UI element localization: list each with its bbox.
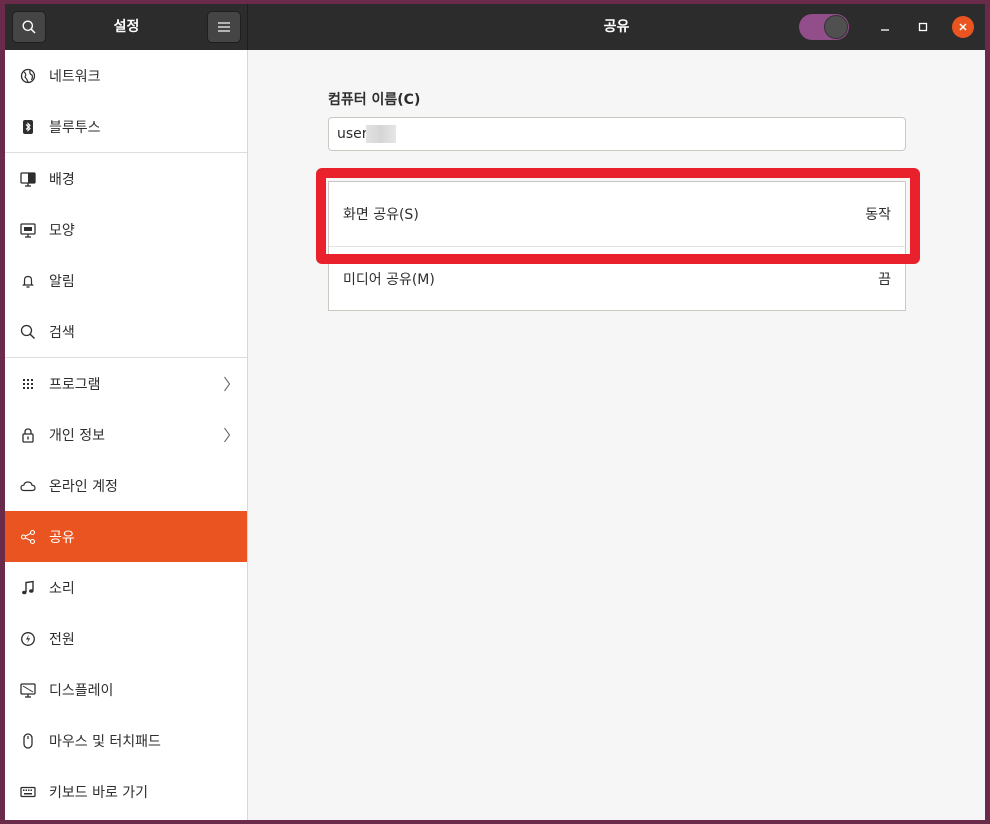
apps-grid-icon: [20, 376, 36, 392]
sharing-options-list: 화면 공유(S) 동작 미디어 공유(M) 끔: [328, 181, 906, 311]
sidebar-item-appearance[interactable]: 모양: [5, 204, 247, 255]
toggle-knob: [824, 15, 848, 39]
redacted-text: [365, 125, 396, 143]
sidebar-item-network[interactable]: 네트워크: [5, 50, 247, 101]
media-sharing-label: 미디어 공유(M): [343, 272, 435, 288]
mouse-icon: [20, 732, 36, 749]
monitor-background-icon: [20, 171, 36, 187]
display-icon: [20, 682, 36, 698]
cloud-icon: [20, 478, 36, 494]
bluetooth-icon: [20, 119, 36, 135]
hamburger-menu-icon: [218, 22, 230, 32]
sidebar-item-label: 마우스 및 터치패드: [49, 733, 161, 750]
menu-button[interactable]: [207, 11, 241, 43]
computer-name-label: 컴퓨터 이름(C): [328, 92, 421, 108]
sidebar-item-keyboard-shortcuts[interactable]: 키보드 바로 가기: [5, 766, 247, 817]
lock-icon: [20, 427, 36, 443]
maximize-icon: [918, 22, 928, 32]
network-globe-icon: [20, 68, 36, 84]
chevron-right-icon: [224, 427, 231, 443]
media-sharing-row[interactable]: 미디어 공유(M) 끔: [329, 247, 905, 311]
sidebar-item-label: 알림: [49, 273, 75, 290]
close-button[interactable]: [952, 16, 974, 38]
sidebar-item-label: 개인 정보: [49, 427, 105, 444]
sidebar-item-label: 검색: [49, 324, 75, 341]
screen-sharing-label: 화면 공유(S): [343, 207, 419, 223]
search-icon: [22, 20, 36, 34]
bell-icon: [20, 273, 36, 289]
sidebar-item-label: 디스플레이: [49, 682, 114, 699]
settings-sidebar: 네트워크 블루투스 배경 모양 알림 검색 프로그램 개인 정보 온라인 계정 …: [5, 50, 248, 820]
screen-sharing-row[interactable]: 화면 공유(S) 동작: [329, 182, 905, 246]
music-note-icon: [20, 580, 36, 596]
search-icon: [20, 324, 36, 340]
sharing-panel: 컴퓨터 이름(C) user 화면 공유(S) 동작 미디어 공유(M) 끔: [249, 50, 985, 820]
sidebar-item-label: 전원: [49, 631, 75, 648]
share-icon: [20, 529, 36, 545]
media-sharing-status: 끔: [878, 272, 891, 288]
sidebar-item-label: 모양: [49, 222, 75, 239]
sidebar-item-label: 프로그램: [49, 376, 101, 393]
settings-window: 설정 공유 네트워크 블루투스 배경 모양 알림 검색 프로그램 개인 정보 온…: [5, 4, 985, 820]
screen-sharing-status: 동작: [865, 207, 891, 223]
sidebar-item-bluetooth[interactable]: 블루투스: [5, 101, 247, 152]
sidebar-item-label: 온라인 계정: [49, 478, 118, 495]
computer-name-value: user: [337, 126, 368, 142]
sidebar-item-applications[interactable]: 프로그램: [5, 358, 247, 409]
sharing-toggle-switch[interactable]: [799, 14, 849, 40]
sidebar-item-power[interactable]: 전원: [5, 613, 247, 664]
sidebar-item-online-accounts[interactable]: 온라인 계정: [5, 460, 247, 511]
sidebar-item-sharing[interactable]: 공유: [5, 511, 247, 562]
minimize-icon: [881, 29, 889, 31]
appearance-icon: [20, 222, 36, 238]
sidebar-item-label: 소리: [49, 580, 75, 597]
chevron-right-icon: [224, 376, 231, 392]
sidebar-item-background[interactable]: 배경: [5, 153, 247, 204]
keyboard-icon: [20, 784, 36, 800]
sidebar-item-notifications[interactable]: 알림: [5, 255, 247, 306]
sidebar-item-label: 공유: [49, 529, 75, 546]
sidebar-item-sound[interactable]: 소리: [5, 562, 247, 613]
sidebar-item-label: 배경: [49, 171, 75, 188]
sidebar-title: 설정: [113, 19, 140, 35]
sidebar-item-privacy[interactable]: 개인 정보: [5, 409, 247, 460]
sidebar-item-label: 블루투스: [49, 119, 101, 136]
header-bar: 설정 공유: [5, 4, 985, 50]
minimize-button[interactable]: [874, 16, 896, 38]
sidebar-item-label: 키보드 바로 가기: [49, 784, 149, 801]
close-icon: [959, 23, 967, 31]
search-button[interactable]: [12, 11, 46, 43]
sidebar-item-label: 네트워크: [49, 68, 101, 85]
sidebar-header: 설정: [5, 4, 248, 50]
power-icon: [20, 631, 36, 647]
sidebar-item-mouse-touchpad[interactable]: 마우스 및 터치패드: [5, 715, 247, 766]
computer-name-input[interactable]: user: [328, 117, 906, 151]
sidebar-item-displays[interactable]: 디스플레이: [5, 664, 247, 715]
sidebar-item-search[interactable]: 검색: [5, 306, 247, 357]
maximize-button[interactable]: [912, 16, 934, 38]
